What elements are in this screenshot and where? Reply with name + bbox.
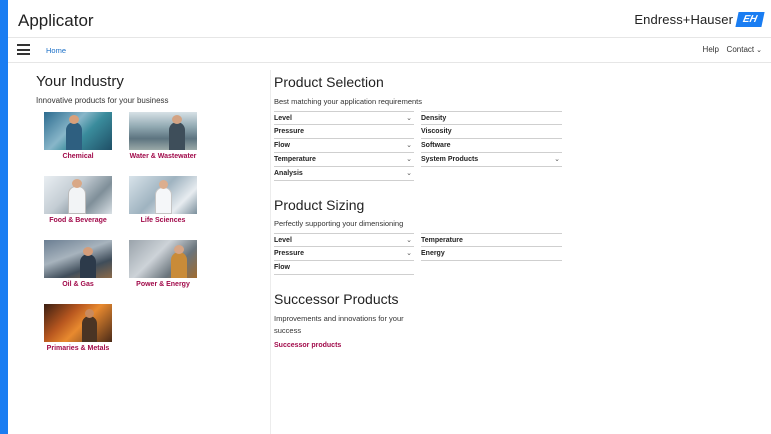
industry-caption: Water & Wastewater [129,153,197,160]
selection-flow[interactable]: Flow ⌄ [274,139,414,153]
selection-density[interactable]: Density [421,111,562,125]
industry-caption: Food & Beverage [49,217,107,224]
industry-caption: Oil & Gas [62,281,94,288]
sizing-temperature[interactable]: Temperature [421,233,562,247]
industry-image-food [44,176,112,214]
chevron-down-icon: ⌄ [406,250,412,257]
column-divider [270,70,271,434]
selection-level[interactable]: Level ⌄ [274,111,414,125]
nav-help-link[interactable]: Help [703,45,719,54]
selection-software[interactable]: Software [421,139,562,153]
chevron-down-icon: ⌄ [406,156,412,163]
nav-contact-label: Contact [726,45,755,54]
accent-bar [0,0,8,434]
successor-products-title: Successor Products [274,291,399,307]
selection-viscosity[interactable]: Viscosity [421,125,562,139]
app-title: Applicator [18,11,94,30]
industry-image-oil-gas [44,240,112,278]
selection-pressure[interactable]: Pressure [274,125,414,139]
industry-image-chemical [44,112,112,150]
nav-bar: Home Help Contact ⌄ [8,38,771,63]
industry-image-life-sciences [129,176,197,214]
sizing-level[interactable]: Level ⌄ [274,233,414,247]
successor-products-link[interactable]: Successor products [274,342,341,349]
industry-tile-power-energy[interactable]: Power & Energy [129,240,197,288]
successor-subtitle-line2: success [274,326,302,335]
brand-logo-icon: EH [735,12,765,27]
successor-subtitle-line1: Improvements and innovations for your [274,314,404,323]
sizing-flow[interactable]: Flow [274,261,414,275]
chevron-down-icon: ⌄ [406,237,412,244]
nav-home-link[interactable]: Home [46,46,66,55]
industry-caption: Primaries & Metals [46,345,110,352]
brand[interactable]: Endress+Hauser EH [634,12,765,27]
title-bar: Applicator Endress+Hauser EH [8,0,771,38]
industry-image-power-energy [129,240,197,278]
hamburger-icon[interactable] [17,44,30,55]
industry-tile-primaries-metals[interactable]: Primaries & Metals [44,304,112,352]
selection-temperature[interactable]: Temperature ⌄ [274,153,414,167]
industry-image-water [129,112,197,150]
chevron-down-icon: ⌄ [554,156,560,163]
product-sizing-title: Product Sizing [274,197,365,213]
industry-title: Your Industry [36,73,124,90]
industry-tile-chemical[interactable]: Chemical [44,112,112,160]
industry-tile-water[interactable]: Water & Wastewater [129,112,197,160]
sizing-pressure[interactable]: Pressure ⌄ [274,247,414,261]
industry-caption: Chemical [62,153,94,160]
product-selection-subtitle: Best matching your application requireme… [274,97,422,106]
chevron-down-icon: ⌄ [406,142,412,149]
industry-tile-food[interactable]: Food & Beverage [44,176,112,224]
product-sizing-subtitle: Perfectly supporting your dimensioning [274,219,404,228]
chevron-down-icon: ⌄ [406,115,412,122]
selection-system-products[interactable]: System Products ⌄ [421,153,562,167]
product-selection-title: Product Selection [274,74,384,90]
industry-tile-oil-gas[interactable]: Oil & Gas [44,240,112,288]
industry-subtitle: Innovative products for your business [36,96,169,105]
industry-caption: Life Sciences [140,217,186,224]
selection-analysis[interactable]: Analysis ⌄ [274,167,414,181]
industry-caption: Power & Energy [136,281,190,288]
chevron-down-icon: ⌄ [756,47,762,54]
sizing-energy[interactable]: Energy [421,247,562,261]
brand-name: Endress+Hauser [634,12,733,27]
industry-tile-life-sciences[interactable]: Life Sciences [129,176,197,224]
industry-image-primaries-metals [44,304,112,342]
chevron-down-icon: ⌄ [406,170,412,177]
nav-contact-menu[interactable]: Contact ⌄ [727,45,762,54]
